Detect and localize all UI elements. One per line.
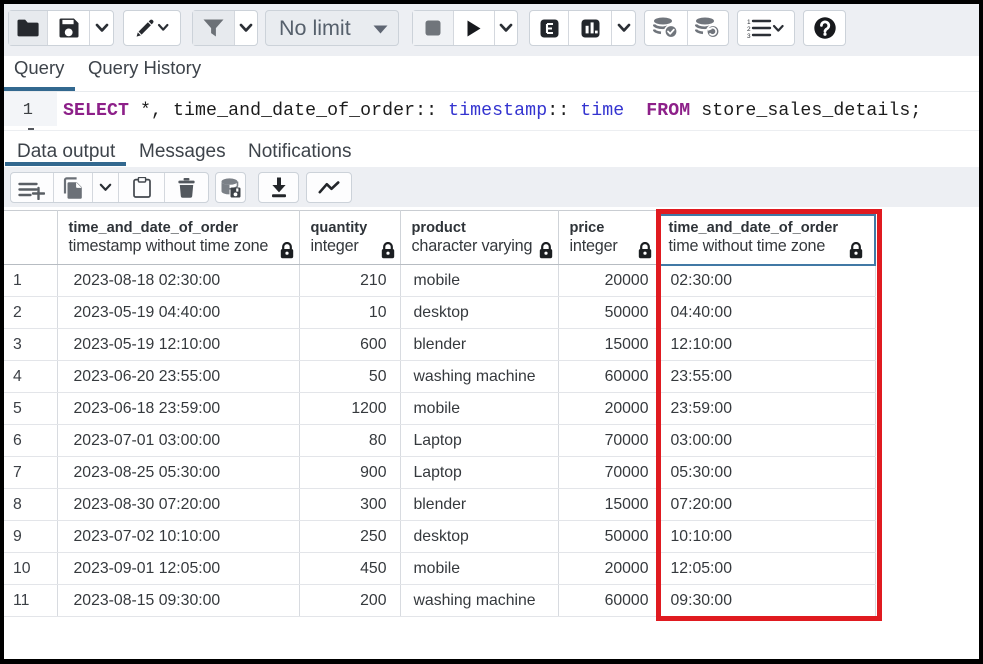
svg-text:2: 2 [747, 26, 751, 33]
svg-text:3: 3 [747, 33, 751, 39]
svg-text:1: 1 [747, 19, 751, 26]
